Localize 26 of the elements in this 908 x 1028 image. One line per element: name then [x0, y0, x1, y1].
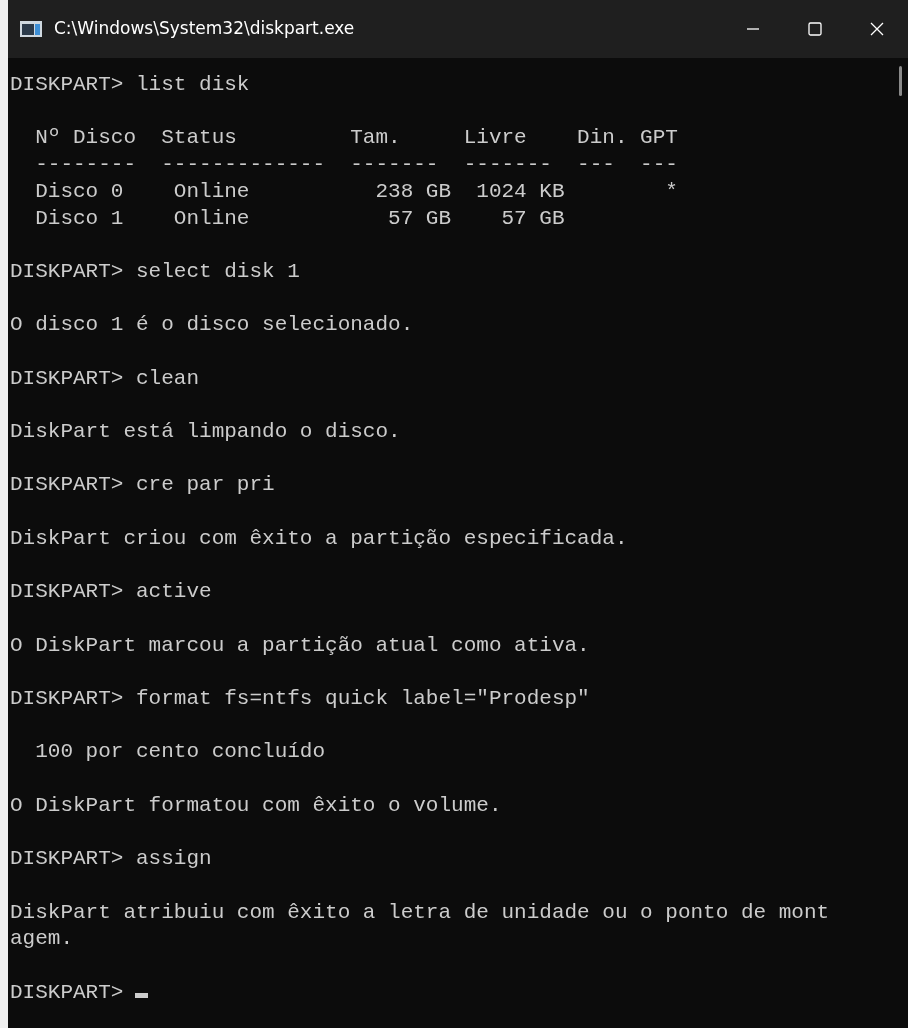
console-line: DISKPART> clean	[10, 365, 201, 392]
console-line: O DiskPart marcou a partição atual como ativa.	[10, 632, 591, 659]
console-line: DiskPart atribuiu com êxito a letra de unidade ou o ponto de mont	[10, 899, 831, 926]
console-line: DiskPart criou com êxito a partição especificada.	[10, 525, 629, 552]
console-line: DISKPART> active	[10, 579, 213, 606]
console-line: O DiskPart formatou com êxito o volume.	[10, 792, 503, 819]
console-line: DISKPART> select disk 1	[10, 258, 301, 285]
console-line: Nº Disco Status Tam. Livre Din. GPT	[34, 125, 679, 152]
console-line: O disco 1 é o disco selecionado.	[10, 312, 415, 339]
console-line: DISKPART> list disk	[10, 72, 251, 98]
scrollbar-thumb[interactable]	[899, 66, 902, 96]
console-line: -------- ------------- ------- ------- --- ---	[34, 152, 679, 179]
console-line: DISKPART> format fs=ntfs quick label="Prodesp"	[10, 686, 591, 712]
console-line: DiskPart está limpando o disco.	[10, 419, 402, 446]
console-line: DISKPART> assign	[10, 846, 213, 873]
console-line: 100 por cento concluído	[34, 739, 327, 766]
minimize-icon	[747, 28, 759, 30]
close-icon	[869, 21, 885, 37]
console-prompt: DISKPART>	[10, 980, 124, 1004]
console-line: agem.	[10, 926, 74, 953]
window-title: C:\Windows\System32\diskpart.exe	[54, 17, 356, 41]
console-line: DISKPART> cre par pri	[10, 472, 276, 499]
maximize-icon	[807, 21, 823, 37]
console-window-icon	[20, 21, 42, 37]
console-line: Disco 1 Online 57 GB 57 GB	[34, 205, 566, 232]
console-line: Disco 0 Online 238 GB 1024 KB *	[34, 178, 679, 205]
